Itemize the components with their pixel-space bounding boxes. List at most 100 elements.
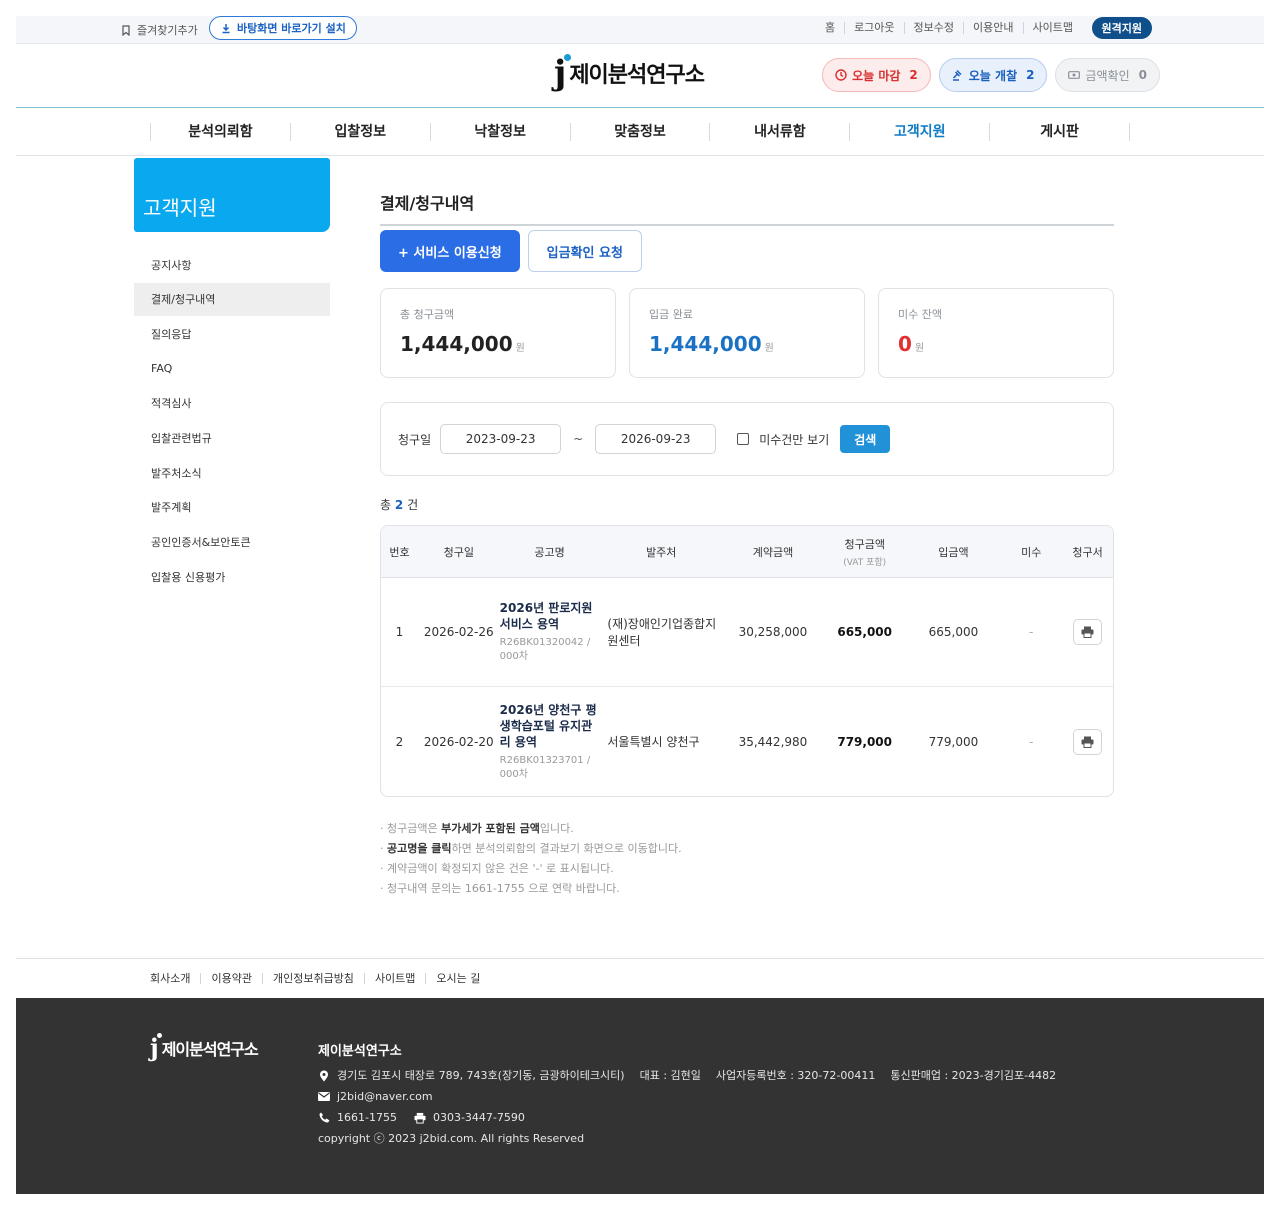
- link-home[interactable]: 홈: [816, 22, 844, 34]
- bookmark-label: 즐겨찾기추가: [137, 24, 198, 37]
- bookmark-link[interactable]: 즐겨찾기추가: [120, 20, 198, 40]
- mail-icon: [318, 1091, 330, 1103]
- printer-icon: [1081, 736, 1094, 748]
- footer-link-directions[interactable]: 오시는 길: [425, 973, 490, 984]
- date-range-separator: ~: [573, 432, 584, 446]
- sidebar-item-agency-news[interactable]: 발주처소식: [134, 456, 330, 489]
- unpaid-only-checkbox[interactable]: [737, 433, 750, 445]
- footer-link-terms[interactable]: 이용약관: [200, 973, 261, 984]
- amount-check-button[interactable]: 금액확인 0: [1055, 58, 1160, 92]
- link-sitemap[interactable]: 사이트맵: [1022, 22, 1082, 34]
- note-item: · 공고명을 클릭하면 분석의뢰함의 결과보기 화면으로 이동합니다.: [380, 839, 1114, 859]
- nav-award-info[interactable]: 낙찰정보: [431, 122, 571, 141]
- footer-logo-mark: j: [150, 1033, 162, 1060]
- result-count-number: 2: [394, 498, 404, 512]
- sidebar-item-qualification[interactable]: 적격심사: [134, 387, 330, 420]
- unpaid-unit: 원: [914, 343, 925, 354]
- row-agency: (재)장애인기업종합지원센터: [607, 617, 717, 648]
- col-date: 청구일: [443, 545, 474, 559]
- row-unpaid: -: [1029, 734, 1034, 749]
- table-row: 2 2026-02-20 2026년 양천구 평생학습포털 유지관리 용역 R2…: [381, 687, 1113, 796]
- row-unpaid: -: [1029, 625, 1034, 639]
- row-code: R26BK01320042 / 000차: [499, 637, 591, 662]
- sidebar-item-billing[interactable]: 결제/청구내역: [134, 282, 330, 316]
- sidebar-item-order-plan[interactable]: 발주계획: [134, 491, 330, 524]
- site-header: j 제이분석연구소 오늘 마감 2 오늘 개찰 2 금액확인 0: [16, 44, 1264, 108]
- footer-logo: j 제이분석연구소: [150, 1033, 259, 1060]
- today-opening-button[interactable]: 오늘 개찰 2: [938, 58, 1048, 92]
- footer-address: 경기도 김포시 태장로 789, 743호(장기동, 금광하이테크시티): [337, 1069, 625, 1082]
- remote-support-button[interactable]: 원격지원: [1091, 17, 1152, 39]
- nav-board[interactable]: 게시판: [990, 122, 1131, 141]
- row-paid: 779,000: [928, 734, 979, 749]
- gavel-icon: [952, 69, 964, 81]
- note-item: · 청구내역 문의는 1661-1755 으로 연락 바랍니다.: [380, 879, 1114, 899]
- unpaid-amount: 0: [898, 332, 912, 356]
- amount-check-label: 금액확인: [1085, 68, 1130, 83]
- row-no: 1: [395, 625, 404, 639]
- service-apply-button[interactable]: + 서비스 이용신청: [380, 230, 520, 272]
- nav-analysis-request[interactable]: 분석의뢰함: [151, 122, 291, 141]
- install-shortcut-button[interactable]: 바탕화면 바로가기 설치: [209, 16, 357, 40]
- footer-bizno: 사업자등록번호 : 320-72-00411: [715, 1069, 876, 1082]
- sidebar-item-certificate[interactable]: 공인인증서&보안토큰: [134, 526, 330, 559]
- site-logo[interactable]: j 제이분석연구소: [554, 54, 705, 90]
- nav-custom-info[interactable]: 맞춤정보: [571, 122, 711, 141]
- footer-phone-line: 1661-1755 0303-3447-7590: [318, 1107, 1056, 1128]
- footer-info: 제이분석연구소 경기도 김포시 태장로 789, 743호(장기동, 금광하이테…: [318, 1040, 1056, 1149]
- footer-company: 제이분석연구소: [318, 1044, 402, 1059]
- search-filter: 청구일 ~ 미수건만 보기 검색: [380, 402, 1114, 476]
- print-invoice-button[interactable]: [1073, 619, 1103, 645]
- paid-label: 입금 완료: [649, 308, 693, 321]
- col-contract: 계약금액: [752, 545, 794, 559]
- date-from-input[interactable]: [440, 424, 562, 454]
- footer-email[interactable]: j2bid@naver.com: [337, 1086, 433, 1107]
- location-icon: [318, 1070, 330, 1082]
- page-frame: 즐겨찾기추가 바탕화면 바로가기 설치 홈 로그아웃 정보수정 이용안내 사이트…: [16, 16, 1264, 156]
- row-paid: 665,000: [928, 625, 979, 639]
- footer-link-about[interactable]: 회사소개: [150, 973, 200, 984]
- result-count-prefix: 총: [380, 498, 392, 512]
- sidebar-item-qna[interactable]: 질의응답: [134, 317, 330, 350]
- today-deadline-button[interactable]: 오늘 마감 2: [822, 58, 931, 92]
- col-paid: 입금액: [938, 545, 969, 559]
- notes: · 청구금액은 부가세가 포함된 금액입니다. · 공고명을 클릭하면 분석의뢰…: [380, 819, 1114, 899]
- row-agency: 서울특별시 양천구: [607, 735, 700, 749]
- table-row: 1 2026-02-26 2026년 판로지원서비스 용역 R26BK01320…: [381, 578, 1113, 687]
- link-guide[interactable]: 이용안내: [963, 22, 1022, 34]
- sidebar-item-credit-rating[interactable]: 입찰용 신용평가: [134, 560, 330, 593]
- row-title[interactable]: 2026년 판로지원서비스 용역: [500, 600, 600, 632]
- sidebar-item-bid-law[interactable]: 입찰관련법규: [134, 421, 330, 454]
- amount-check-count: 0: [1138, 68, 1147, 82]
- link-edit-profile[interactable]: 정보수정: [903, 22, 963, 34]
- row-title-cell[interactable]: 2026년 판로지원서비스 용역 R26BK01320042 / 000차: [500, 600, 600, 664]
- link-logout[interactable]: 로그아웃: [844, 22, 903, 34]
- download-icon: [220, 22, 232, 34]
- row-title[interactable]: 2026년 양천구 평생학습포털 유지관리 용역: [500, 702, 600, 750]
- today-deadline-count: 2: [909, 68, 918, 82]
- search-button[interactable]: 검색: [840, 425, 891, 453]
- nav-my-documents[interactable]: 내서류함: [710, 122, 851, 141]
- footer-link-privacy[interactable]: 개인정보취급방침: [261, 973, 364, 984]
- date-to-input[interactable]: [595, 424, 717, 454]
- clock-icon: [835, 69, 847, 81]
- sidebar-item-notice[interactable]: 공지사항: [134, 248, 330, 281]
- nav-customer-support[interactable]: 고객지원: [850, 122, 991, 141]
- unpaid-only-label[interactable]: 미수건만 보기: [759, 431, 829, 448]
- printer-icon: [1081, 626, 1094, 638]
- sidebar-item-faq[interactable]: FAQ: [134, 352, 330, 385]
- logo-mark: j: [554, 54, 571, 90]
- print-invoice-button[interactable]: [1073, 728, 1103, 755]
- row-invoice-cell: [1062, 619, 1113, 645]
- col-billed: 청구금액 (VAT 포함): [823, 536, 907, 568]
- nav-bid-info[interactable]: 입찰정보: [291, 122, 431, 141]
- total-billed-card: 총 청구금액 1,444,000 원: [380, 288, 616, 378]
- unpaid-label: 미수 잔액: [898, 308, 942, 321]
- today-opening-count: 2: [1026, 68, 1035, 82]
- col-agency: 발주처: [646, 545, 677, 559]
- deposit-confirm-button[interactable]: 입금확인 요청: [527, 230, 642, 272]
- row-title-cell[interactable]: 2026년 양천구 평생학습포털 유지관리 용역 R26BK01323701 /…: [500, 702, 600, 782]
- col-invoice: 청구서: [1072, 545, 1103, 559]
- footer-phone: 1661-1755: [337, 1111, 397, 1124]
- footer-link-sitemap[interactable]: 사이트맵: [363, 973, 425, 984]
